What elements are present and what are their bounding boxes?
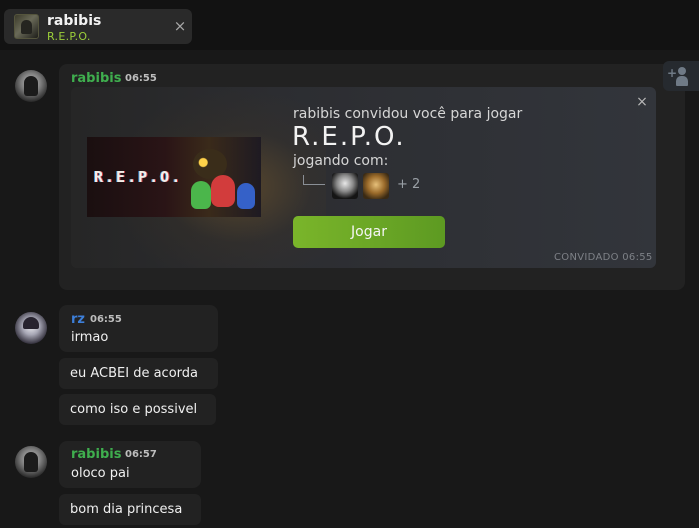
player-avatar[interactable] [363, 173, 389, 199]
robot-art [211, 175, 235, 207]
avatar[interactable] [15, 446, 47, 478]
tab-contact-name: rabibis [47, 13, 102, 29]
invite-status: CONVIDADO 06:55 [554, 252, 653, 263]
extra-player-count: + 2 [397, 177, 421, 192]
close-icon[interactable]: × [171, 17, 189, 35]
robot-art [191, 181, 211, 209]
playing-with-label: jogando com: [293, 153, 389, 169]
person-icon-body [676, 76, 688, 86]
invite-title: rabibis convidou você para jogar [293, 106, 523, 122]
game-invite-card: R.E.P.O. rabibis convidou você para joga… [71, 87, 656, 268]
avatar [14, 14, 39, 39]
message-bubble: como iso e possivel [59, 394, 216, 425]
message-text: irmao [71, 330, 109, 345]
connector-line [303, 175, 325, 185]
message-bubble: bom dia princesa [59, 494, 201, 525]
message-sender[interactable]: rz [71, 312, 85, 327]
message-timestamp: 06:57 [125, 449, 157, 460]
invite-game-name: R.E.P.O. [292, 122, 406, 152]
join-button[interactable]: Jogar [293, 216, 445, 248]
person-icon [678, 67, 686, 75]
message-timestamp: 06:55 [90, 314, 122, 325]
avatar[interactable] [15, 312, 47, 344]
message-text: oloco pai [71, 466, 130, 481]
banner-logo-text: R.E.P.O. [94, 168, 183, 186]
message-timestamp: 06:55 [125, 73, 157, 84]
close-icon[interactable]: × [634, 94, 650, 110]
tab-game-status: R.E.P.O. [47, 30, 91, 43]
message-sender[interactable]: rabibis [71, 447, 121, 462]
avatar[interactable] [15, 70, 47, 102]
message-bubble: eu ACBEI de acorda [59, 358, 218, 389]
robot-art [237, 183, 255, 209]
message-sender[interactable]: rabibis [71, 71, 121, 86]
add-friend-button[interactable]: + [663, 61, 699, 91]
player-avatar[interactable] [332, 173, 358, 199]
chat-tab-bar: rabibis R.E.P.O. × [0, 0, 699, 50]
game-banner-image: R.E.P.O. [87, 137, 261, 217]
chat-tab-rabibis[interactable]: rabibis R.E.P.O. × [4, 9, 192, 44]
